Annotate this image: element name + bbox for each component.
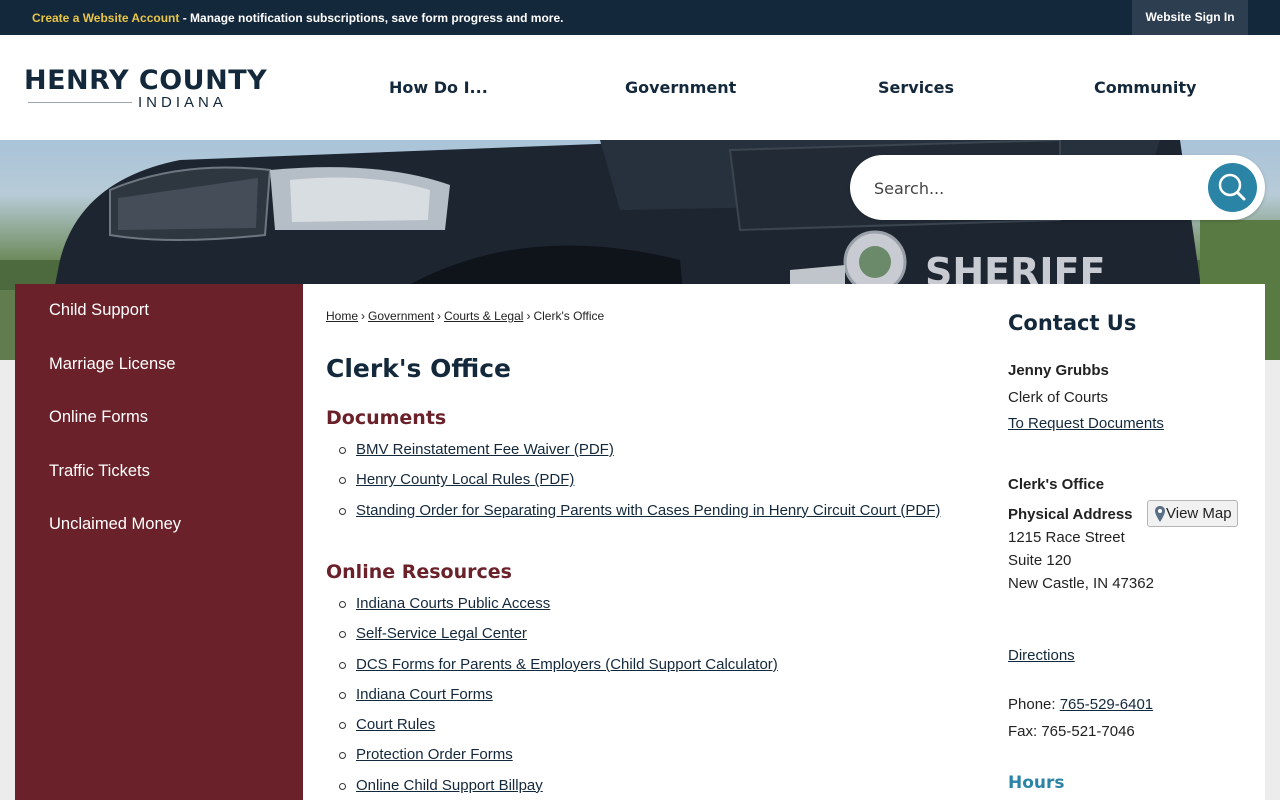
- link-standing-order[interactable]: Standing Order for Separating Parents wi…: [356, 502, 940, 519]
- view-map-button[interactable]: View Map: [1147, 500, 1238, 527]
- link-protection-order-forms[interactable]: Protection Order Forms: [356, 746, 513, 763]
- list-item: Standing Order for Separating Parents wi…: [339, 502, 940, 532]
- breadcrumb-current: Clerk's Office: [533, 309, 605, 323]
- list-item: Court Rules: [339, 716, 778, 746]
- list-item: Indiana Court Forms: [339, 686, 778, 716]
- address-line-3: New Castle, IN 47362: [1008, 575, 1154, 592]
- link-child-support-billpay[interactable]: Online Child Support Billpay: [356, 777, 543, 794]
- sidebar-item-traffic-tickets[interactable]: Traffic Tickets: [49, 462, 150, 481]
- physical-address-label: Physical Address: [1008, 506, 1133, 523]
- site-header: HENRY COUNTY INDIANA How Do I... Governm…: [0, 35, 1280, 140]
- list-item: Henry County Local Rules (PDF): [339, 471, 940, 501]
- list-item: Self-Service Legal Center: [339, 625, 778, 655]
- breadcrumb-separator: ›: [361, 309, 366, 323]
- sidebar-item-marriage-license[interactable]: Marriage License: [49, 355, 176, 374]
- sidebar-item-child-support[interactable]: Child Support: [49, 301, 149, 320]
- list-item: DCS Forms for Parents & Employers (Child…: [339, 656, 778, 686]
- view-map-label: View Map: [1166, 505, 1232, 522]
- fax-line: Fax: 765-521-7046: [1008, 723, 1135, 740]
- contact-title: Contact Us: [1008, 311, 1137, 335]
- link-self-service-legal[interactable]: Self-Service Legal Center: [356, 625, 527, 642]
- breadcrumb-government[interactable]: Government: [368, 309, 434, 323]
- list-item: Protection Order Forms: [339, 746, 778, 776]
- nav-community[interactable]: Community: [1094, 78, 1196, 97]
- address-line-1: 1215 Race Street: [1008, 529, 1125, 546]
- search-button[interactable]: [1208, 163, 1257, 212]
- sidebar-item-online-forms[interactable]: Online Forms: [49, 408, 148, 427]
- link-courts-public-access[interactable]: Indiana Courts Public Access: [356, 595, 550, 612]
- main-content: Home › Government › Courts & Legal › Clerk's O…: [303, 284, 1265, 800]
- breadcrumb-home[interactable]: Home: [326, 309, 358, 323]
- phone-link[interactable]: 765-529-6401: [1060, 696, 1153, 713]
- link-bmv-fee-waiver[interactable]: BMV Reinstatement Fee Waiver (PDF): [356, 441, 614, 458]
- request-documents-link[interactable]: To Request Documents: [1008, 415, 1164, 432]
- phone-label: Phone:: [1008, 696, 1060, 713]
- nav-how-do-i[interactable]: How Do I...: [389, 78, 488, 97]
- search-icon: [1218, 173, 1246, 201]
- list-item: Online Child Support Billpay: [339, 777, 778, 800]
- website-sign-in-button[interactable]: Website Sign In: [1132, 0, 1248, 35]
- sidebar-item-unclaimed-money[interactable]: Unclaimed Money: [49, 515, 181, 534]
- breadcrumb-separator: ›: [437, 309, 442, 323]
- link-dcs-forms[interactable]: DCS Forms for Parents & Employers (Child…: [356, 656, 778, 673]
- logo-sub-text: INDIANA: [138, 94, 227, 111]
- list-item: Indiana Courts Public Access: [339, 595, 778, 625]
- logo-main-text: HENRY COUNTY: [24, 65, 268, 96]
- link-indiana-court-forms[interactable]: Indiana Court Forms: [356, 686, 493, 703]
- site-logo[interactable]: HENRY COUNTY INDIANA: [24, 65, 268, 112]
- link-local-rules[interactable]: Henry County Local Rules (PDF): [356, 471, 574, 488]
- documents-heading: Documents: [326, 407, 447, 429]
- phone-line: Phone: 765-529-6401: [1008, 696, 1153, 713]
- breadcrumb: Home › Government › Courts & Legal › Clerk's O…: [326, 309, 604, 323]
- nav-government[interactable]: Government: [625, 78, 736, 97]
- nav-services[interactable]: Services: [878, 78, 954, 97]
- directions-link[interactable]: Directions: [1008, 647, 1075, 664]
- search-box: [850, 155, 1265, 220]
- breadcrumb-separator: ›: [526, 309, 531, 323]
- create-account-link[interactable]: Create a Website Account: [32, 11, 179, 25]
- logo-divider: [28, 102, 132, 103]
- top-bar: Create a Website Account - Manage notifi…: [0, 0, 1280, 35]
- hours-heading: Hours: [1008, 773, 1065, 793]
- online-resources-heading: Online Resources: [326, 561, 512, 583]
- documents-list: BMV Reinstatement Fee Waiver (PDF) Henry…: [339, 441, 940, 532]
- list-item: BMV Reinstatement Fee Waiver (PDF): [339, 441, 940, 471]
- link-court-rules[interactable]: Court Rules: [356, 716, 435, 733]
- map-pin-icon: [1155, 506, 1165, 522]
- account-message: Create a Website Account - Manage notifi…: [32, 11, 563, 25]
- address-line-2: Suite 120: [1008, 552, 1072, 569]
- office-name: Clerk's Office: [1008, 476, 1105, 493]
- online-resources-list: Indiana Courts Public Access Self-Servic…: [339, 595, 778, 800]
- sidebar-nav: Child Support Marriage License Online Fo…: [15, 284, 303, 800]
- search-input[interactable]: [874, 173, 1194, 203]
- contact-role: Clerk of Courts: [1008, 389, 1109, 406]
- page-title: Clerk's Office: [326, 354, 511, 383]
- contact-name: Jenny Grubbs: [1008, 362, 1109, 379]
- breadcrumb-courts-legal[interactable]: Courts & Legal: [444, 309, 523, 323]
- account-message-text: - Manage notification subscriptions, sav…: [179, 11, 564, 25]
